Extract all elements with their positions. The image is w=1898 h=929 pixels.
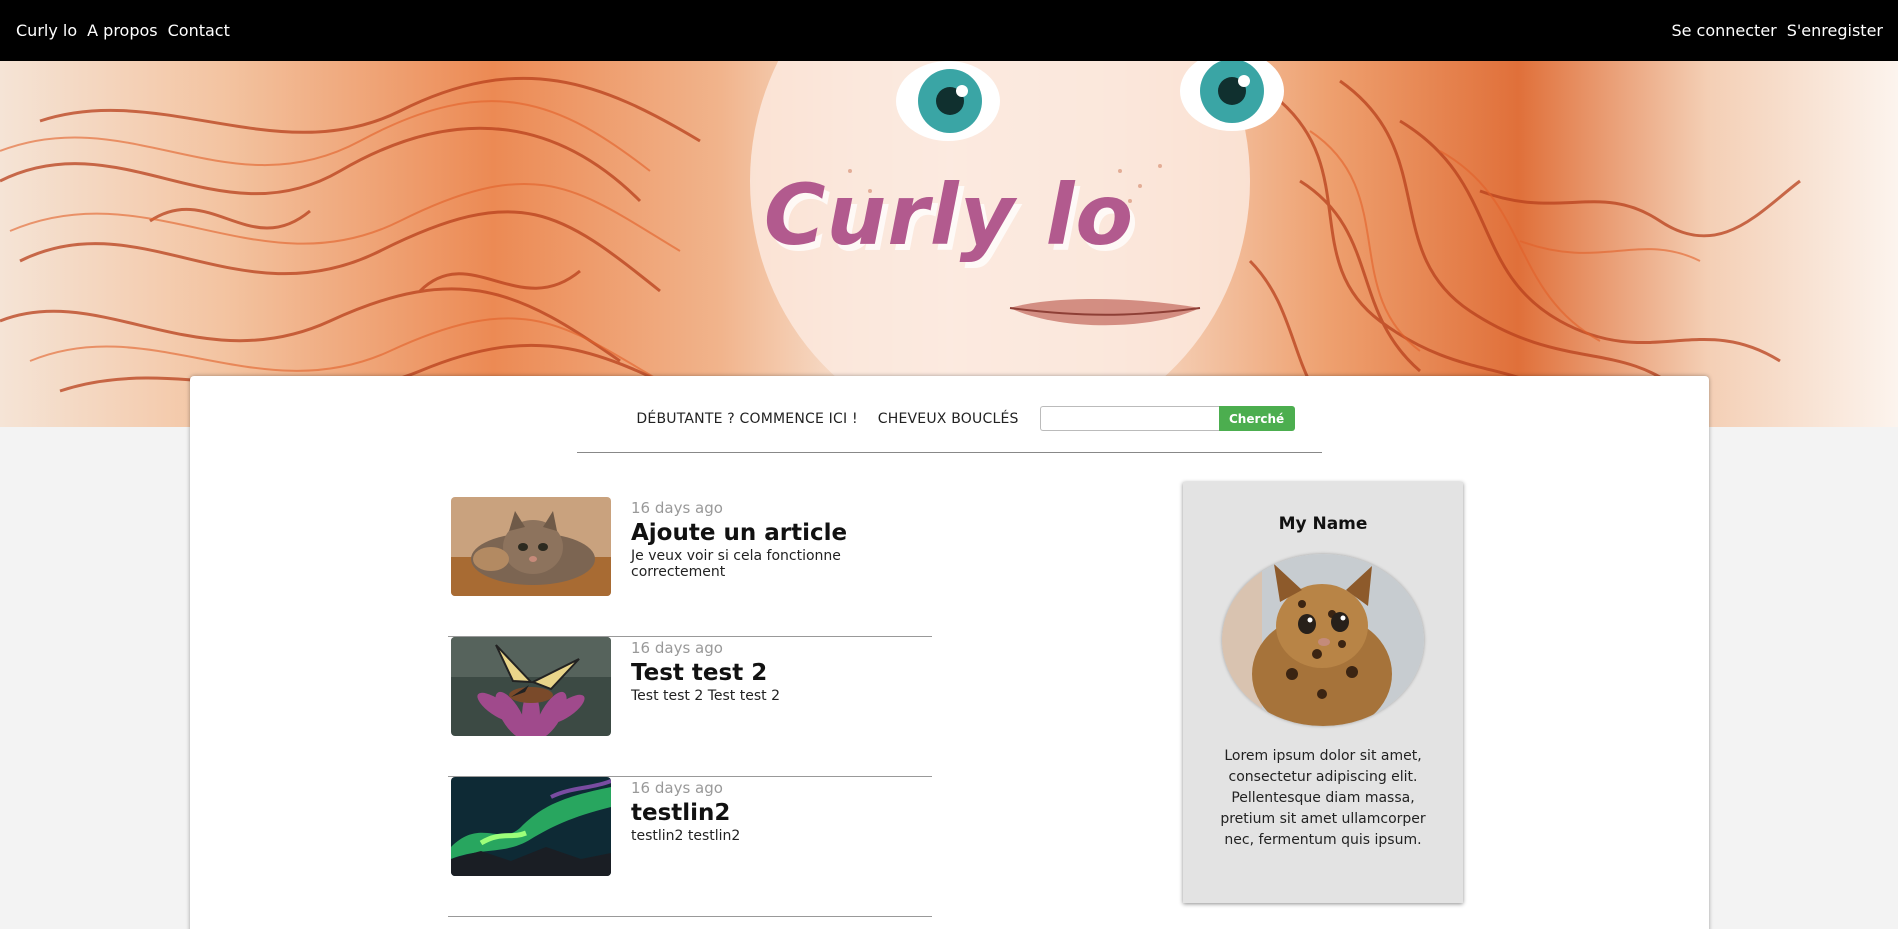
nav-about-link[interactable]: A propos bbox=[87, 21, 157, 40]
article-list: 16 days ago Ajoute un article Je veux vo… bbox=[448, 497, 932, 917]
article-title[interactable]: Ajoute un article bbox=[631, 520, 932, 546]
cat-photo-icon bbox=[451, 497, 611, 596]
search-form: Cherché bbox=[1039, 406, 1295, 431]
nav-right: Se connecter S'enregister bbox=[1671, 21, 1883, 40]
search-input[interactable] bbox=[1039, 406, 1219, 431]
avatar bbox=[1222, 554, 1424, 726]
article-item: 16 days ago testlin2 testlin2 testlin2 bbox=[448, 777, 932, 917]
article-date: 16 days ago bbox=[631, 779, 723, 797]
article-thumbnail-aurora[interactable] bbox=[451, 777, 611, 876]
nav-register-link[interactable]: S'enregister bbox=[1787, 21, 1883, 40]
article-meta: 16 days ago testlin2 testlin2 testlin2 bbox=[631, 779, 740, 844]
butterfly-photo-icon bbox=[451, 637, 611, 736]
nav-left: Curly lo A propos Contact bbox=[16, 21, 230, 40]
category-nav: DÉBUTANTE ? COMMENCE ICI ! CHEVEUX BOUCL… bbox=[190, 406, 1709, 431]
curly-hair-link[interactable]: CHEVEUX BOUCLÉS bbox=[878, 411, 1019, 427]
article-thumbnail-butterfly[interactable] bbox=[451, 637, 611, 736]
article-title[interactable]: testlin2 bbox=[631, 800, 740, 826]
nav-login-link[interactable]: Se connecter bbox=[1671, 21, 1776, 40]
content-card: DÉBUTANTE ? COMMENCE ICI ! CHEVEUX BOUCL… bbox=[190, 376, 1709, 929]
article-thumbnail-cat[interactable] bbox=[451, 497, 611, 596]
category-links: DÉBUTANTE ? COMMENCE ICI ! CHEVEUX BOUCL… bbox=[636, 411, 1018, 427]
profile-card: My Name Lorem ipsum dolor sit amet, cons… bbox=[1183, 482, 1463, 903]
article-title[interactable]: Test test 2 bbox=[631, 660, 780, 686]
article-excerpt: Je veux voir si cela fonctionne correcte… bbox=[631, 548, 841, 580]
beginner-link[interactable]: DÉBUTANTE ? COMMENCE ICI ! bbox=[636, 411, 857, 427]
subnav-divider bbox=[577, 452, 1322, 453]
profile-bio: Lorem ipsum dolor sit amet, consectetur … bbox=[1220, 748, 1426, 848]
article-excerpt: testlin2 testlin2 bbox=[631, 828, 741, 844]
nav-contact-link[interactable]: Contact bbox=[168, 21, 230, 40]
nav-brand-link[interactable]: Curly lo bbox=[16, 21, 77, 40]
profile-name: My Name bbox=[1278, 514, 1368, 534]
article-excerpt: Test test 2 Test test 2 bbox=[631, 688, 780, 704]
hero-title: Curly lo bbox=[763, 166, 1135, 264]
article-date: 16 days ago bbox=[631, 639, 723, 657]
top-navbar: Curly lo A propos Contact Se connecter S… bbox=[0, 0, 1898, 61]
article-meta: 16 days ago Ajoute un article Je veux vo… bbox=[631, 499, 932, 580]
article-item: 16 days ago Test test 2 Test test 2 Test… bbox=[448, 637, 932, 777]
search-button[interactable]: Cherché bbox=[1218, 406, 1295, 431]
hero-banner: Curly lo bbox=[0, 61, 1898, 427]
kitten-photo-icon bbox=[1222, 554, 1424, 726]
article-item: 16 days ago Ajoute un article Je veux vo… bbox=[448, 497, 932, 637]
article-meta: 16 days ago Test test 2 Test test 2 Test… bbox=[631, 639, 780, 704]
aurora-photo-icon bbox=[451, 777, 611, 876]
article-date: 16 days ago bbox=[631, 499, 723, 517]
